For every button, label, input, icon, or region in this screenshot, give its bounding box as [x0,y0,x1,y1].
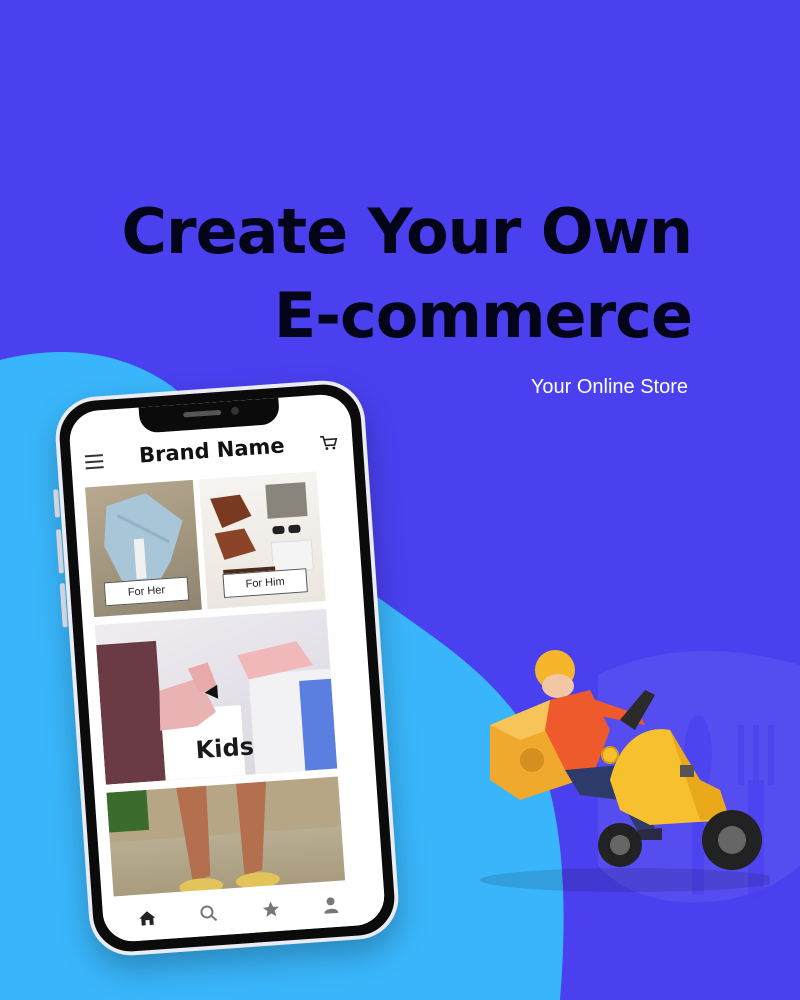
phone-mockup: Brand Name For Her For Him Kids [52,377,402,959]
headline: Create Your Own E-commerce [121,190,693,358]
brand-name: Brand Name [138,433,286,468]
category-tile-for-him[interactable]: For Him [198,471,326,610]
star-icon[interactable] [260,899,281,920]
search-icon[interactable] [198,903,219,924]
phone-screen: Brand Name For Her For Him Kids [67,392,387,944]
category-tile-kids[interactable]: Kids [94,608,338,785]
headline-line-2: E-commerce [273,279,693,352]
home-icon[interactable] [137,907,158,928]
tile-label-kids[interactable]: Kids [195,732,255,764]
speaker [183,409,222,418]
category-grid: For Her For Him Kids [85,469,371,913]
user-icon[interactable] [320,895,341,916]
camera [230,406,240,416]
subline: Your Online Store [530,376,688,398]
delivery-scooter-illustration [480,650,770,892]
cart-icon[interactable] [318,432,339,453]
headline-line-1: Create Your Own [121,195,693,268]
poster-canvas: Create Your Own E-commerce Your Online S… [0,0,800,1000]
category-tile-for-her[interactable]: For Her [85,479,202,618]
